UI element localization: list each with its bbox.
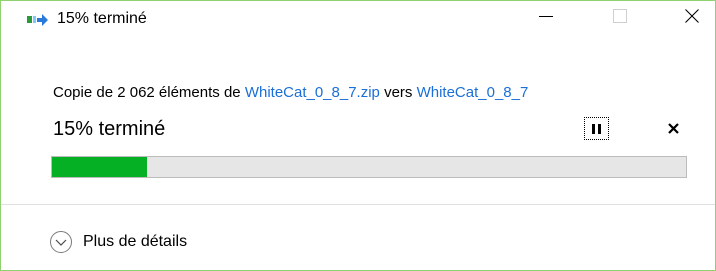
copy-prefix-text: Copie de 2 062 éléments de (53, 84, 245, 101)
copy-middle-text: vers (379, 84, 417, 101)
progress-bar (51, 156, 687, 178)
pause-button[interactable] (584, 117, 609, 140)
cancel-button[interactable] (661, 119, 685, 141)
cancel-icon (667, 121, 679, 139)
close-icon (685, 9, 699, 23)
minimize-button[interactable] (523, 1, 569, 31)
file-copy-icon (27, 13, 49, 27)
maximize-icon (613, 9, 627, 23)
maximize-button[interactable] (597, 1, 643, 31)
divider (1, 204, 715, 205)
close-button[interactable] (669, 1, 715, 31)
window-title: 15% terminé (57, 10, 147, 27)
title-bar[interactable]: 15% terminé (1, 1, 715, 31)
source-link[interactable]: WhiteCat_0_8_7.zip (245, 84, 380, 101)
pause-icon (592, 123, 601, 134)
copy-progress-dialog: 15% terminé Copie de 2 062 éléments de W… (0, 0, 716, 271)
progress-bar-fill (52, 157, 148, 177)
more-details-label: Plus de détails (83, 233, 188, 250)
more-details-toggle[interactable]: Plus de détails (49, 229, 187, 255)
copy-description: Copie de 2 062 éléments de WhiteCat_0_8_… (53, 83, 528, 103)
chevron-down-circle-icon (49, 230, 73, 254)
minimize-icon (539, 9, 553, 23)
progress-status: 15% terminé (53, 118, 166, 140)
destination-link[interactable]: WhiteCat_0_8_7 (417, 84, 529, 101)
